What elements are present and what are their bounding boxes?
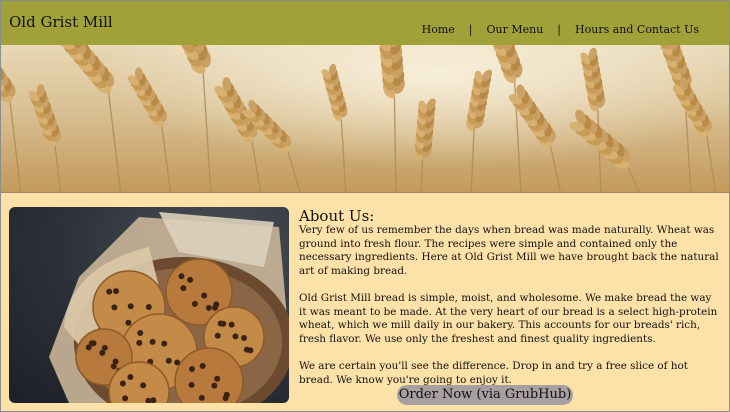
site-header: Old Grist Mill Home | Our Menu | Hours a… xyxy=(1,1,729,45)
hero-wheat-image xyxy=(1,45,729,193)
nav-home-link[interactable]: Home xyxy=(422,23,455,36)
wheat-illustration xyxy=(1,45,717,192)
about-text: Very few of us remember the days when br… xyxy=(299,224,719,401)
cookies-basket-illustration xyxy=(49,212,289,403)
about-paragraph: Very few of us remember the days when br… xyxy=(299,224,719,277)
nav-separator: | xyxy=(468,23,473,36)
site-brand: Old Grist Mill xyxy=(9,13,113,31)
about-paragraph: We are certain you'll see the difference… xyxy=(299,359,688,386)
about-paragraph: Old Grist Mill bread is simple, moist, a… xyxy=(299,291,718,345)
about-heading: About Us: xyxy=(299,207,375,225)
nav-hours-contact-link[interactable]: Hours and Contact Us xyxy=(575,23,699,36)
order-now-button[interactable]: Order Now (via GrubHub) xyxy=(397,385,573,405)
nav-separator: | xyxy=(557,23,562,36)
cookies-photo xyxy=(9,207,289,403)
nav-menu-link[interactable]: Our Menu xyxy=(486,23,543,36)
main-nav: Home | Our Menu | Hours and Contact Us xyxy=(422,23,699,36)
page-frame: Old Grist Mill Home | Our Menu | Hours a… xyxy=(0,0,730,412)
